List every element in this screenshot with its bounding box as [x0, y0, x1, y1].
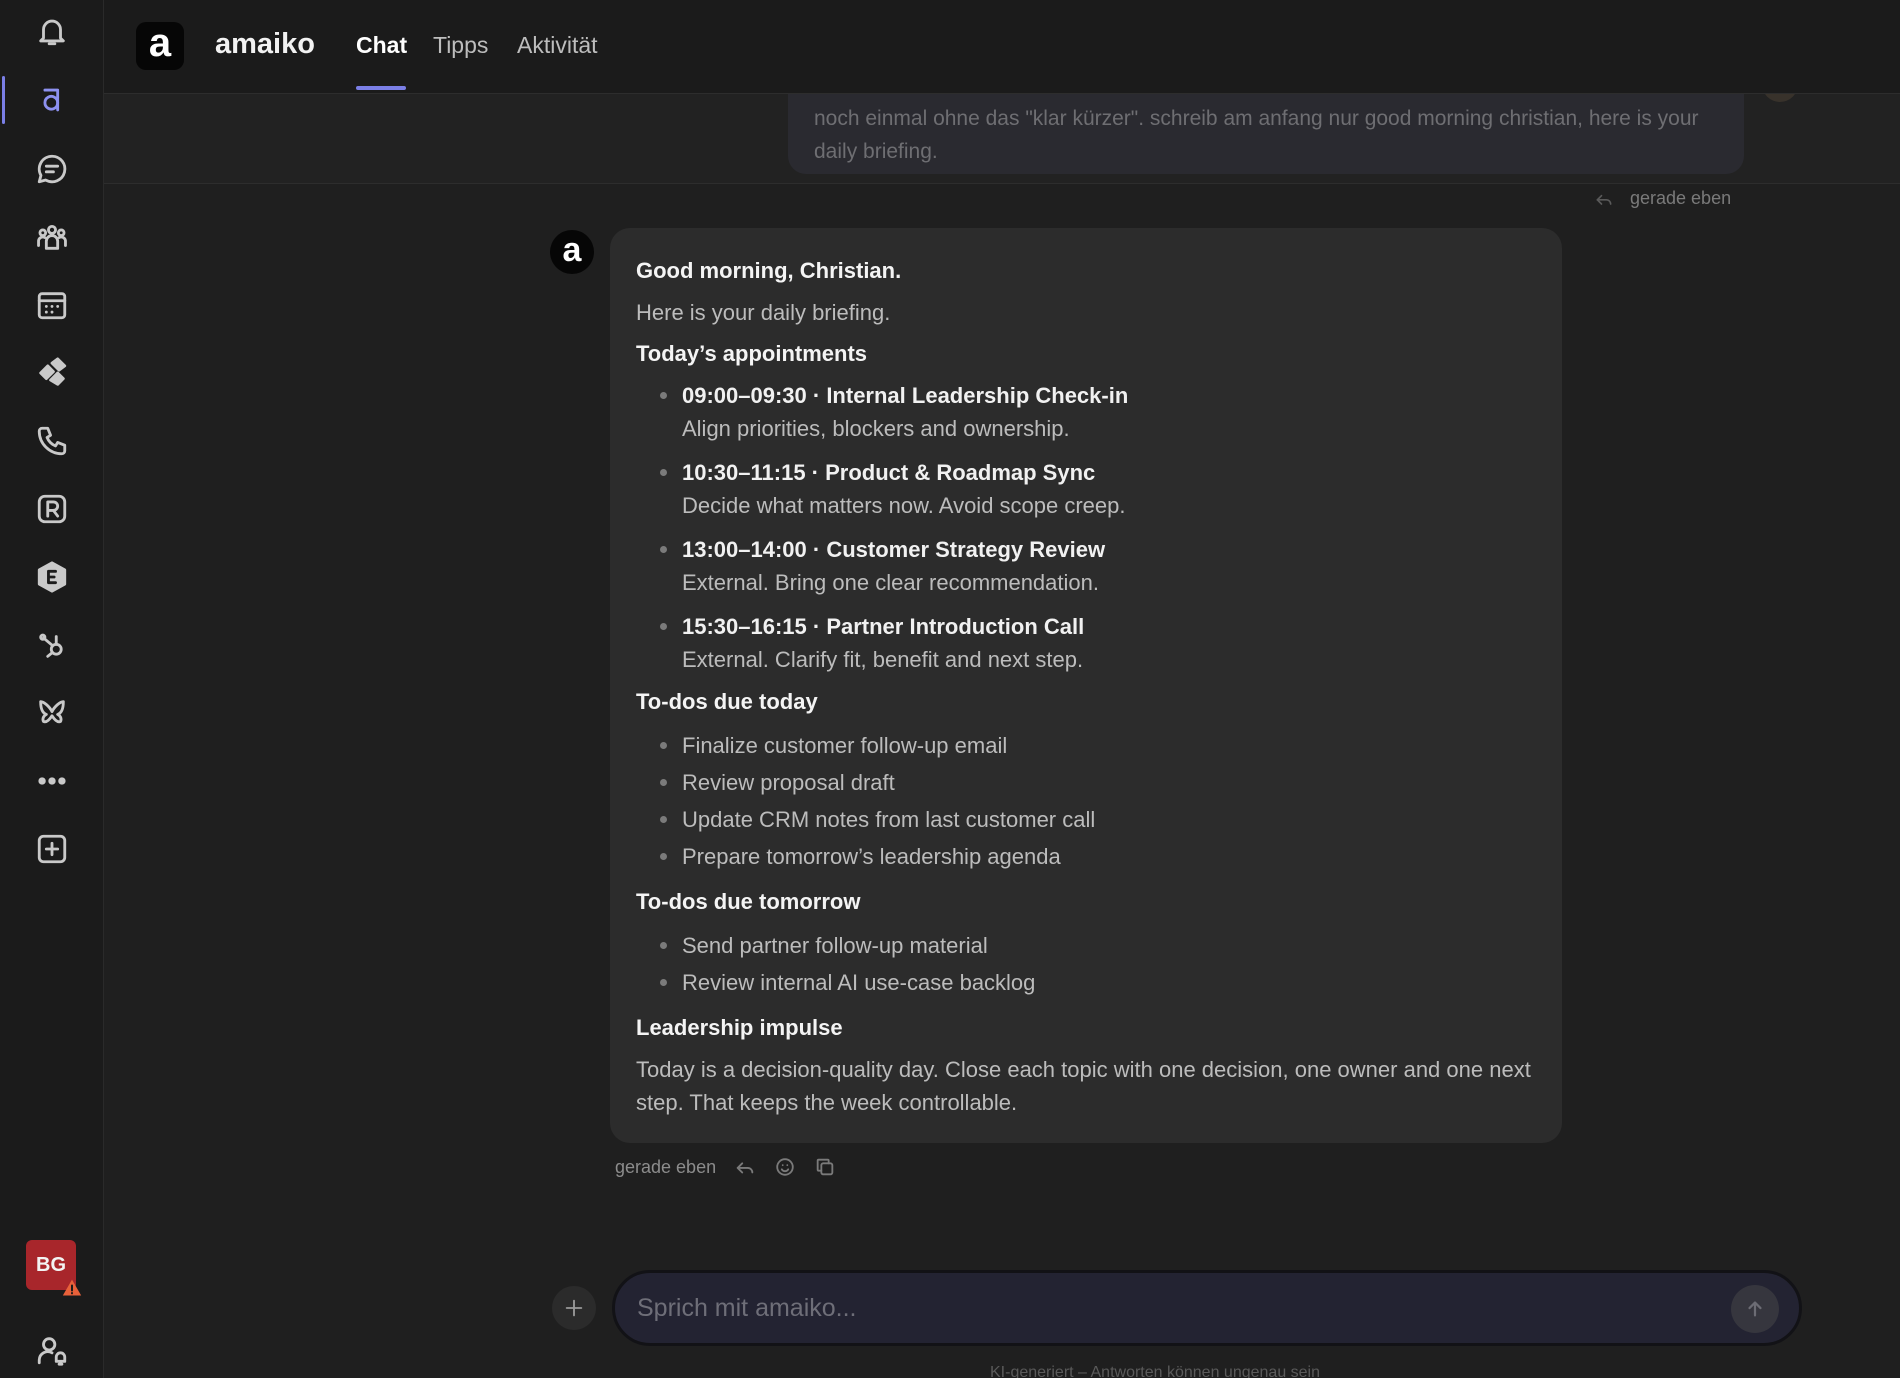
copy-icon[interactable] — [814, 1156, 836, 1178]
list-item: Send partner follow-up material — [658, 927, 1536, 964]
list-item: Finalize customer follow-up email — [658, 727, 1536, 764]
hubspot-icon — [39, 633, 63, 658]
app-title: amaiko — [215, 28, 315, 60]
todos-tomorrow-list: Send partner follow-up material Review i… — [658, 927, 1536, 1001]
phone-icon — [37, 426, 67, 456]
assistant-message-time: gerade eben — [615, 1156, 717, 1177]
rail-chat[interactable] — [0, 141, 104, 197]
list-item: Review proposal draft — [658, 764, 1536, 801]
rail-more[interactable] — [0, 753, 104, 809]
rail-r-app[interactable] — [0, 481, 104, 537]
list-item: 10:30–11:15 · Product & Roadmap Sync Deci… — [658, 456, 1536, 522]
tab-tipps[interactable]: Tipps — [433, 32, 488, 59]
tab-chat[interactable]: Chat — [356, 32, 407, 59]
app-rail: BG — [0, 0, 104, 1378]
plus-icon — [565, 1299, 583, 1317]
todos-today-heading: To-dos due today — [636, 689, 818, 714]
calendar-icon — [37, 292, 67, 320]
rail-teams[interactable] — [0, 209, 104, 265]
rail-calendar[interactable] — [0, 277, 104, 333]
reply-icon[interactable] — [734, 1156, 756, 1178]
message-input[interactable] — [637, 1287, 1697, 1329]
user-message-bubble: noch einmal ohne das "klar kürzer". schr… — [788, 94, 1744, 174]
warning-icon — [62, 1279, 82, 1296]
teams-icon — [37, 224, 67, 250]
message-composer — [612, 1270, 1802, 1346]
user-initials: BG — [36, 1253, 66, 1276]
ai-disclaimer: KI-generiert – Antworten können ungenau … — [990, 1364, 1321, 1378]
bell-icon — [39, 19, 65, 46]
list-item: 15:30–16:15 · Partner Introduction Call E… — [658, 610, 1536, 676]
rail-profile-notifications[interactable] — [0, 1322, 104, 1378]
e-app-icon — [37, 561, 67, 593]
list-item: Update CRM notes from last customer call — [658, 801, 1536, 838]
tab-aktivitaet[interactable]: Aktivität — [517, 32, 598, 59]
todos-today-list: Finalize customer follow-up email Review… — [658, 727, 1536, 875]
react-emoji-icon[interactable] — [774, 1156, 796, 1178]
user-avatar[interactable]: BG — [26, 1240, 82, 1296]
previous-message-time: gerade eben — [1630, 188, 1732, 208]
rail-amaiko[interactable] — [0, 72, 104, 128]
rail-calls[interactable] — [0, 413, 104, 469]
user-bell-icon — [37, 1337, 67, 1366]
intro-text: Here is your daily briefing. — [636, 300, 891, 325]
rail-e-app[interactable] — [0, 549, 104, 605]
previous-message-zone: noch einmal ohne das "klar kürzer". schr… — [104, 94, 1900, 184]
appointments-heading: Today’s appointments — [636, 341, 868, 366]
rail-planner[interactable] — [0, 345, 104, 401]
user-message-avatar — [1762, 94, 1798, 102]
planner-icon — [39, 357, 67, 386]
impulse-text: Today is a decision-quality day. Close e… — [636, 1057, 1531, 1115]
list-item: 13:00–14:00 · Customer Strategy Review Ex… — [658, 533, 1536, 599]
arrow-up-icon — [1748, 1301, 1762, 1317]
assistant-message-meta: gerade eben — [615, 1156, 836, 1178]
amaiko-logo: a — [136, 22, 184, 70]
greeting: Good morning, Christian. — [636, 258, 902, 283]
rail-activity[interactable] — [0, 3, 104, 59]
list-item: Review internal AI use-case backlog — [658, 964, 1536, 1001]
assistant-avatar: a — [550, 230, 594, 274]
list-item: 09:00–09:30 · Internal Leadership Check-… — [658, 379, 1536, 445]
attach-button[interactable] — [552, 1286, 596, 1330]
amaiko-icon — [43, 88, 60, 112]
impulse-heading: Leadership impulse — [636, 1015, 843, 1040]
list-item: Prepare tomorrow’s leadership agenda — [658, 838, 1536, 875]
app-header: a amaiko Chat Tipps Aktivität — [104, 0, 1900, 94]
send-button[interactable] — [1731, 1285, 1779, 1333]
rail-butterfly[interactable] — [0, 685, 104, 741]
r-app-icon — [37, 494, 67, 524]
appointments-list: 09:00–09:30 · Internal Leadership Check-… — [658, 379, 1536, 676]
todos-tomorrow-heading: To-dos due tomorrow — [636, 889, 861, 914]
active-tab-indicator — [356, 86, 406, 90]
rail-add-app[interactable] — [0, 821, 104, 877]
butterfly-icon — [39, 700, 65, 724]
add-app-icon — [37, 834, 67, 864]
more-icon — [38, 777, 66, 785]
chat-icon — [37, 154, 67, 184]
rail-hubspot[interactable] — [0, 617, 104, 673]
reply-icon[interactable] — [1594, 189, 1614, 209]
previous-message-meta: gerade eben — [1594, 188, 1731, 209]
assistant-message-bubble: Good morning, Christian. Here is your da… — [610, 228, 1562, 1143]
